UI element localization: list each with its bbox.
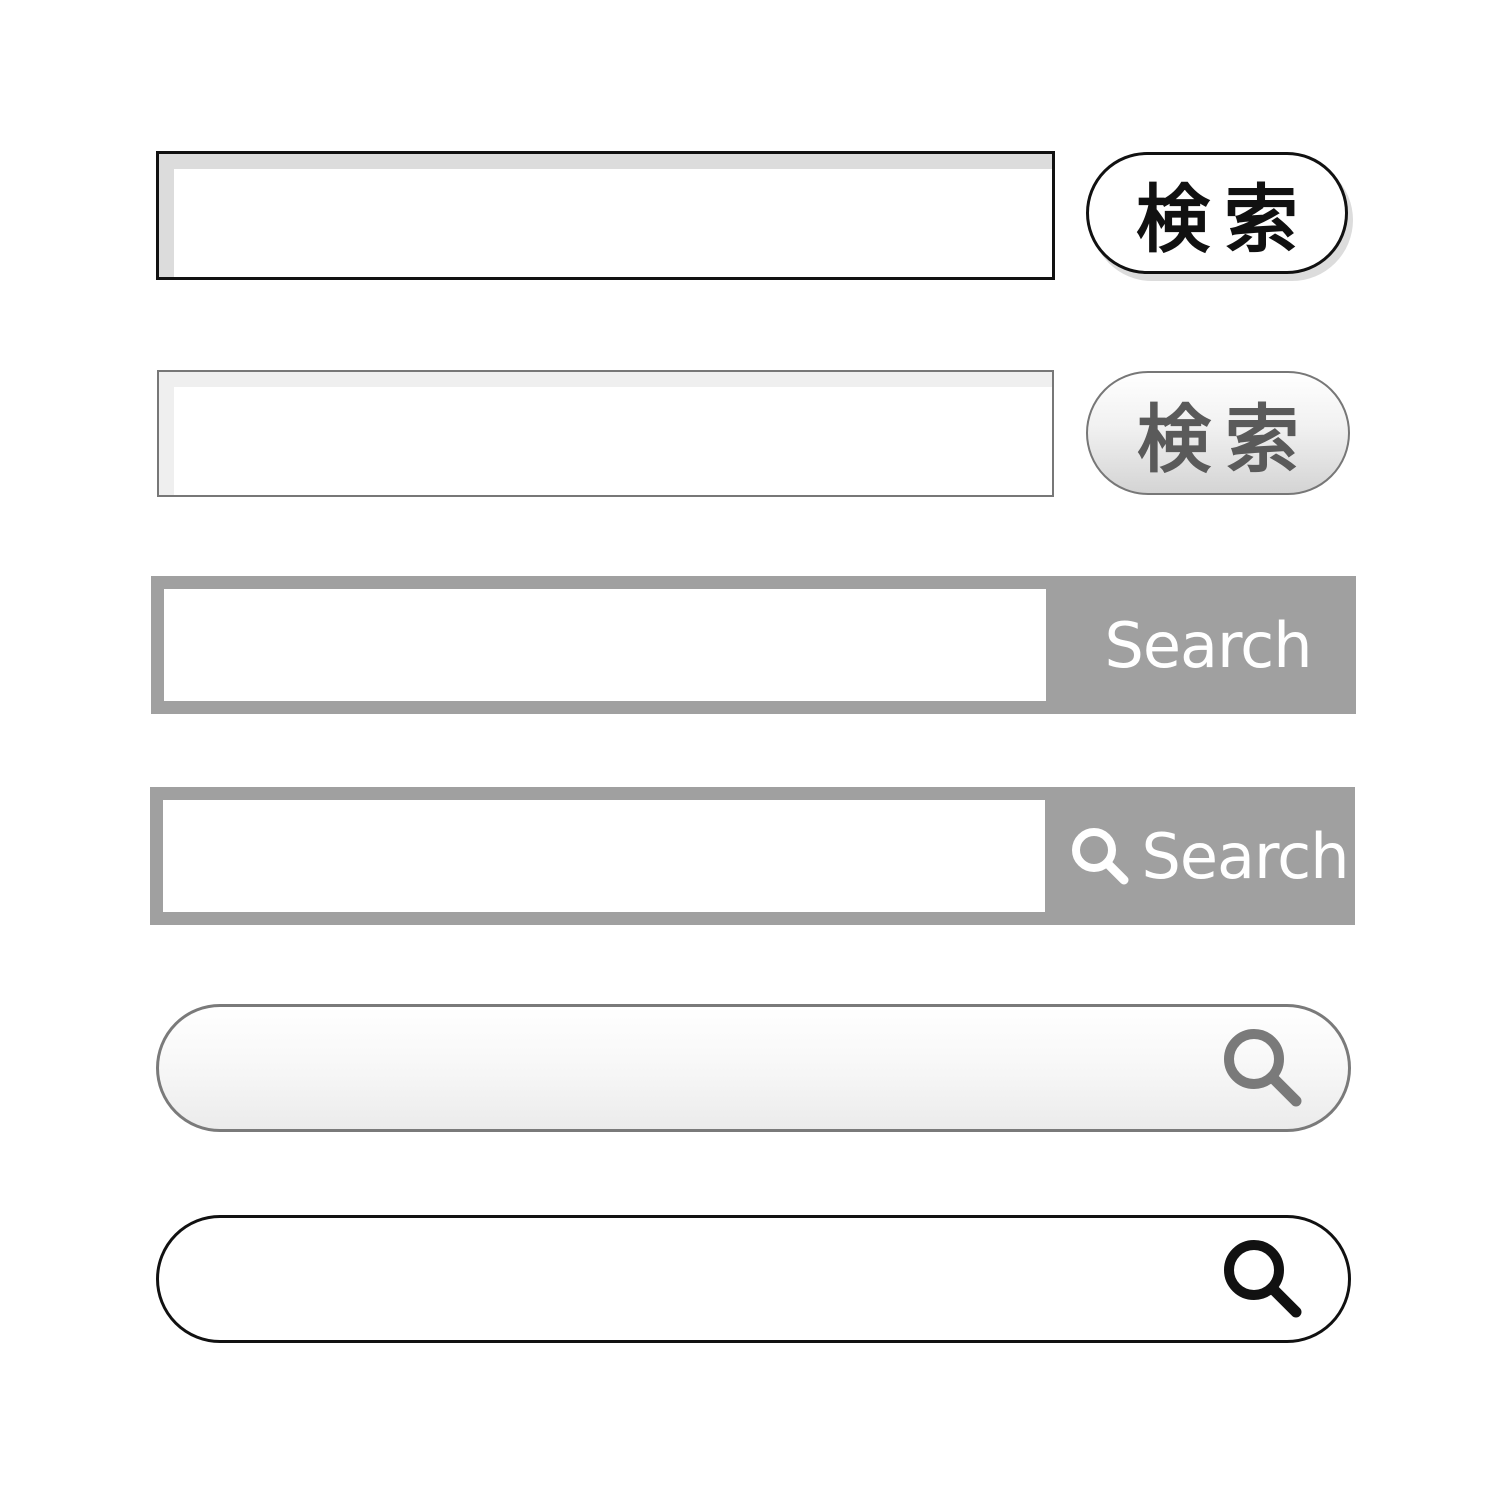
search-button-1-label: 検索 bbox=[1136, 176, 1312, 263]
search-input-2[interactable] bbox=[157, 370, 1054, 497]
search-bar-5[interactable] bbox=[156, 1004, 1351, 1132]
search-bar-4: Search bbox=[150, 787, 1355, 925]
search-bar-3: Search bbox=[151, 576, 1356, 714]
search-input-1[interactable] bbox=[156, 151, 1055, 280]
search-button-1[interactable]: 検索 bbox=[1086, 152, 1348, 274]
search-field-3[interactable] bbox=[164, 589, 1046, 701]
search-button-4-label: Search bbox=[1141, 819, 1349, 893]
search-input-3[interactable] bbox=[164, 589, 1046, 701]
search-icon bbox=[1069, 825, 1131, 887]
search-button-4[interactable]: Search bbox=[1045, 787, 1355, 925]
search-field-4[interactable] bbox=[163, 800, 1045, 912]
search-icon[interactable] bbox=[1220, 1236, 1306, 1322]
search-field-6[interactable] bbox=[209, 1238, 1173, 1320]
search-button-2[interactable]: 検索 bbox=[1086, 371, 1350, 495]
search-icon[interactable] bbox=[1220, 1025, 1306, 1111]
search-button-3[interactable]: Search bbox=[1046, 576, 1356, 714]
search-field-5[interactable] bbox=[209, 1027, 1173, 1109]
search-button-2-label: 検索 bbox=[1137, 396, 1313, 483]
search-button-3-label: Search bbox=[1104, 608, 1312, 682]
search-bar-6[interactable] bbox=[156, 1215, 1351, 1343]
search-field-1[interactable] bbox=[159, 154, 1052, 277]
search-input-4[interactable] bbox=[163, 800, 1045, 912]
search-field-2[interactable] bbox=[159, 372, 1052, 495]
